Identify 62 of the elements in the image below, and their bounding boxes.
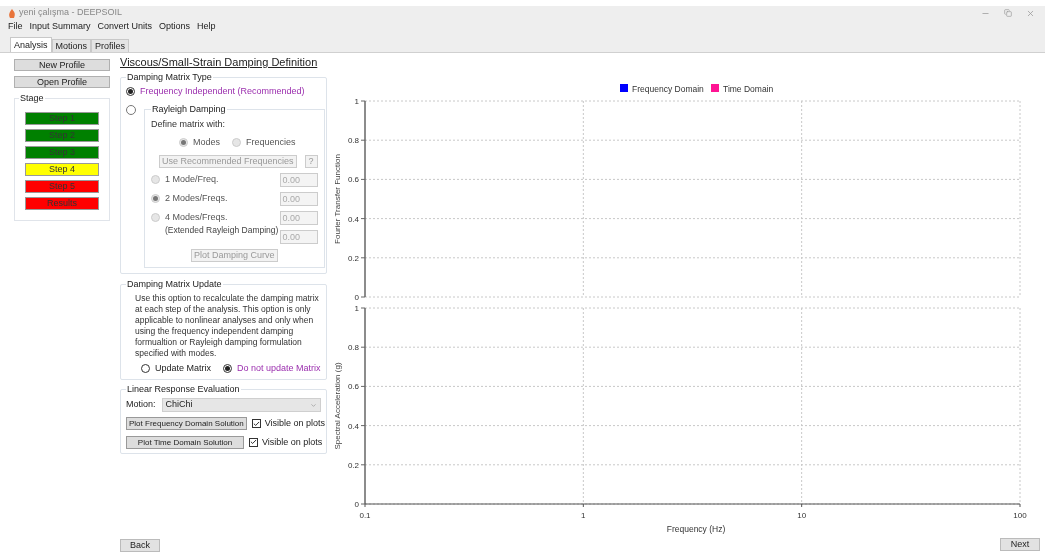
y-tick-label: 0.8 bbox=[347, 136, 359, 146]
y-tick-label: 1 bbox=[354, 304, 359, 313]
visible-checkbox[interactable]: Visible on plots bbox=[251, 417, 326, 431]
radio-button[interactable]: Update Matrix bbox=[141, 361, 212, 375]
y-tick-label: 1 bbox=[354, 97, 359, 106]
radio-icon[interactable] bbox=[223, 363, 233, 373]
radio-icon[interactable] bbox=[141, 363, 150, 373]
y-axis-title: Fourier Transfer Function bbox=[333, 154, 342, 244]
legend-item: Time Domain bbox=[711, 83, 774, 94]
legend-label: Time Domain bbox=[723, 83, 774, 94]
x-tick-label: 10 bbox=[797, 511, 807, 520]
y-tick-label: 0.4 bbox=[347, 214, 359, 224]
y-tick-label: 0 bbox=[354, 293, 359, 301]
y-tick-label: 0.2 bbox=[347, 253, 359, 263]
flame-icon bbox=[8, 8, 16, 18]
stage-step[interactable]: Step 4 bbox=[25, 163, 99, 176]
group-title: Damping Matrix Type bbox=[126, 71, 213, 83]
x-tick-label: 0.1 bbox=[359, 511, 371, 520]
plot-solution-button[interactable]: Plot Time Domain Solution bbox=[126, 435, 244, 449]
plot-solution-button[interactable]: Plot Frequency Domain Solution bbox=[126, 417, 247, 431]
menu-item[interactable]: Options bbox=[159, 20, 191, 34]
stage-title: Stage bbox=[19, 93, 45, 104]
visible-checkbox[interactable]: Visible on plots bbox=[249, 435, 323, 449]
group-title: Linear Response Evaluation bbox=[126, 383, 241, 395]
x-tick-label: 100 bbox=[1013, 511, 1027, 520]
x-tick-label: 1 bbox=[581, 511, 586, 520]
back-button[interactable]: Back bbox=[120, 538, 160, 552]
group-title: Damping Matrix Update bbox=[126, 277, 223, 290]
tab[interactable]: Profiles bbox=[91, 39, 130, 52]
radio-icon[interactable] bbox=[126, 87, 135, 97]
menu-item[interactable]: Convert Units bbox=[97, 20, 153, 34]
y-tick-label: 0.2 bbox=[347, 460, 359, 470]
group-title: Rayleigh Damping bbox=[151, 102, 227, 115]
motion-dropdown[interactable]: ChiChi bbox=[161, 398, 321, 412]
legend-label: Frequency Domain bbox=[632, 83, 705, 94]
mode-note: (Extended Rayleigh Damping) bbox=[164, 224, 279, 237]
page-title: Viscous/Small-Strain Damping Definition bbox=[120, 56, 319, 69]
y-tick-label: 0.6 bbox=[347, 175, 359, 185]
update-description: Use this option to recalculate the damping matrix at each step of the analysis. This option is only applicable to nonlinear analyses and only when using the frequency independent damping formualtion or Rayleigh damping formulation specified with modes. bbox=[135, 292, 320, 359]
radio-button[interactable]: Frequency Independent (Recommended) bbox=[126, 85, 321, 99]
motion-label: Motion: bbox=[126, 398, 156, 412]
legend-item: Frequency Domain bbox=[620, 83, 704, 94]
y-tick-label: 0.8 bbox=[347, 343, 359, 353]
menu-item[interactable]: Input Summary bbox=[29, 20, 91, 34]
window-title: yeni çalışma - DEEPSOIL bbox=[19, 6, 123, 20]
radio-button[interactable]: Do not update Matrix bbox=[223, 361, 321, 375]
checkbox-icon[interactable] bbox=[251, 419, 261, 429]
tab[interactable]: Motions bbox=[51, 39, 92, 52]
tab[interactable]: Analysis bbox=[10, 37, 52, 52]
next-button[interactable]: Next bbox=[1000, 538, 1040, 551]
y-axis-title: Spectral Acceleration (g) bbox=[333, 362, 342, 450]
y-tick-label: 0 bbox=[354, 500, 359, 509]
define-label: Define matrix with: bbox=[151, 117, 227, 131]
checkbox-icon[interactable] bbox=[249, 437, 258, 447]
menu-item[interactable]: Help bbox=[197, 20, 216, 34]
menu-item[interactable]: File bbox=[8, 20, 23, 34]
profile-button[interactable]: New Profile bbox=[14, 59, 110, 71]
profile-button[interactable]: Open Profile bbox=[14, 76, 110, 88]
chevron-down-icon bbox=[310, 401, 317, 409]
y-tick-label: 0.4 bbox=[347, 421, 359, 431]
y-tick-label: 0.6 bbox=[347, 382, 359, 392]
x-axis-title: Frequency (Hz) bbox=[666, 524, 726, 534]
